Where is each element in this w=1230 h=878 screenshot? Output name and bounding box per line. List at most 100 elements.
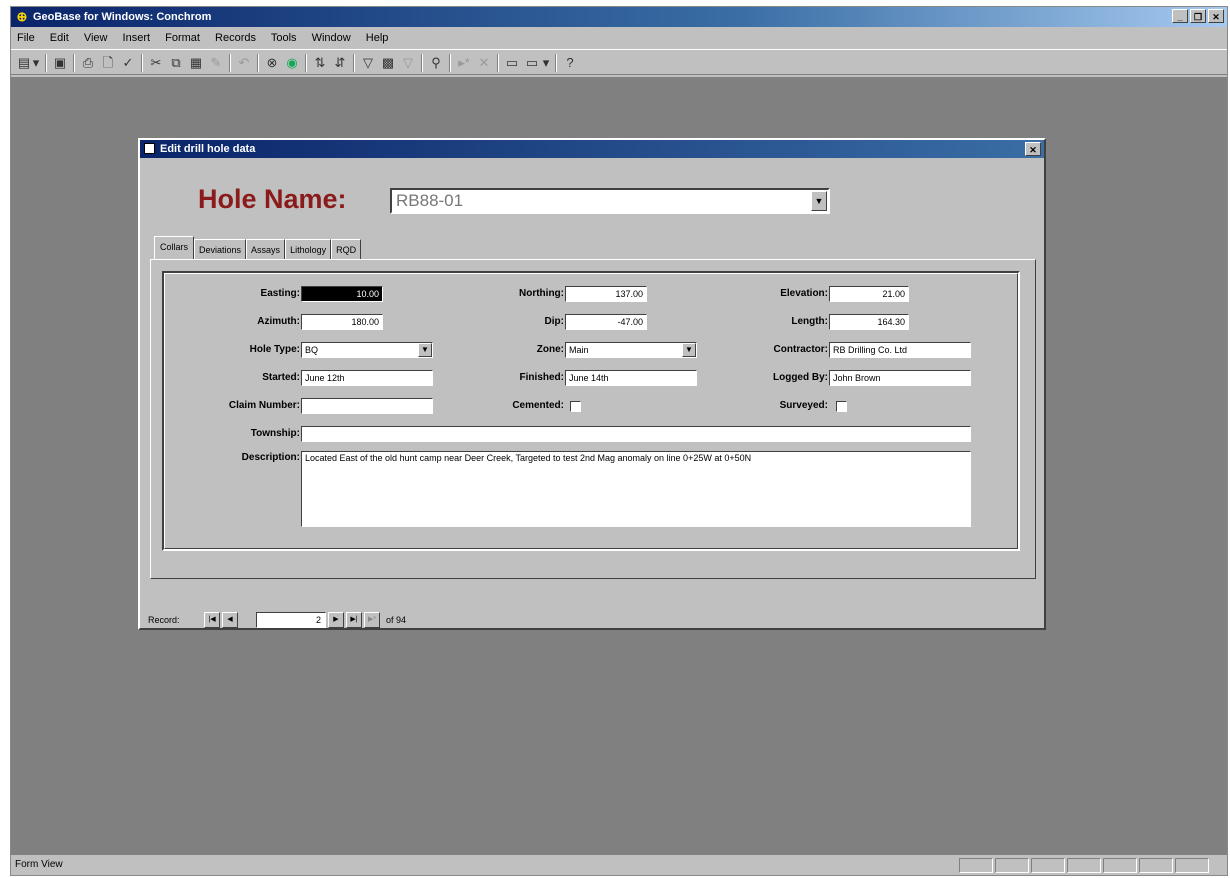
township-label: Township: (250, 428, 300, 439)
hole-type-combo[interactable]: BQ ▼ (301, 342, 433, 358)
print-icon[interactable]: ⎙ (79, 54, 97, 72)
record-count: of 94 (386, 615, 407, 625)
tab-deviations[interactable]: Deviations (194, 239, 247, 260)
paste-icon[interactable]: ▦ (187, 54, 205, 72)
zone-label: Zone: (536, 344, 564, 355)
save-icon[interactable]: ▣ (51, 54, 69, 72)
web-toolbar-icon[interactable]: ◉ (283, 54, 301, 72)
cut-icon[interactable]: ✂ (147, 54, 165, 72)
cemented-checkbox[interactable] (570, 401, 581, 412)
tab-assays[interactable]: Assays (246, 239, 286, 260)
close-form-button[interactable]: ✕ (1025, 142, 1041, 156)
contractor-label: Contractor: (773, 344, 828, 355)
chevron-down-icon[interactable]: ▼ (811, 191, 827, 211)
chevron-down-icon[interactable]: ▼ (418, 343, 432, 357)
restore-button[interactable]: ❐ (1190, 9, 1206, 23)
new-object-dropdown-icon[interactable]: ▾ (541, 54, 551, 72)
menu-records[interactable]: Records (215, 32, 256, 44)
record-number-input[interactable]: 2 (256, 612, 326, 628)
form-title: Edit drill hole data (160, 143, 256, 155)
new-record-button[interactable]: ▶* (364, 612, 380, 628)
form-titlebar: Edit drill hole data ✕ (140, 140, 1044, 158)
record-label: Record: (148, 615, 180, 625)
length-input[interactable]: 164.30 (829, 314, 909, 330)
surveyed-label: Surveyed: (779, 400, 828, 411)
tab-strip: Collars Deviations Assays Lithology RQD (154, 236, 362, 260)
last-record-button[interactable]: ▶| (346, 612, 362, 628)
properties-icon[interactable]: ▭ (503, 54, 521, 72)
hole-type-value: BQ (305, 345, 319, 355)
started-input[interactable]: June 12th (301, 370, 433, 386)
minimize-button[interactable]: _ (1172, 9, 1188, 23)
hole-name-combo[interactable]: RB88-01 ▼ (390, 188, 830, 214)
database-window-icon[interactable]: ▭ (523, 54, 541, 72)
previous-record-button[interactable]: ◀ (222, 612, 238, 628)
claim-number-label: Claim Number: (228, 400, 300, 411)
description-textarea[interactable]: Located East of the old hunt camp near D… (301, 451, 971, 527)
finished-input[interactable]: June 14th (565, 370, 697, 386)
easting-label: Easting: (260, 288, 300, 299)
find-icon[interactable]: ⚲ (427, 54, 445, 72)
filter-by-selection-icon[interactable]: ▽ (359, 54, 377, 72)
toolbar: ▤ ▾ ▣ ⎙ 🗋 ✓ ✂ ⧉ ▦ ✎ ↶ ⊗ ◉ ⇅ ⇵ ▽ ▩ ▽ ⚲ ▸*… (11, 49, 1227, 75)
menu-edit[interactable]: Edit (50, 32, 69, 44)
hole-name-label: Hole Name: (198, 184, 347, 214)
sort-descending-icon[interactable]: ⇵ (331, 54, 349, 72)
logged-by-input[interactable]: John Brown (829, 370, 971, 386)
zone-value: Main (569, 345, 589, 355)
app-title: GeoBase for Windows: Conchrom (33, 11, 212, 23)
menu-bar: File Edit View Insert Format Records Too… (11, 29, 1227, 47)
easting-input[interactable]: 10.00 (301, 286, 383, 302)
close-app-button[interactable]: ✕ (1208, 9, 1224, 23)
elevation-label: Elevation: (780, 288, 828, 299)
menu-file[interactable]: File (17, 32, 35, 44)
azimuth-input[interactable]: 180.00 (301, 314, 383, 330)
dip-label: Dip: (544, 316, 564, 327)
menu-format[interactable]: Format (165, 32, 200, 44)
menu-insert[interactable]: Insert (123, 32, 151, 44)
form-icon (144, 143, 155, 154)
status-bar: Form View (11, 855, 1227, 875)
cemented-label: Cemented: (512, 400, 564, 411)
logged-by-label: Logged By: (773, 372, 828, 383)
tab-rqd[interactable]: RQD (331, 239, 362, 260)
print-preview-icon[interactable]: 🗋 (99, 54, 117, 72)
started-label: Started: (262, 372, 300, 383)
length-label: Length: (791, 316, 828, 327)
help-icon[interactable]: ? (561, 54, 579, 72)
dip-input[interactable]: -47.00 (565, 314, 647, 330)
app-logo-icon: ⊕ (16, 9, 28, 24)
filter-by-form-icon[interactable]: ▩ (379, 54, 397, 72)
app-titlebar: ⊕ GeoBase for Windows: Conchrom _ ❐ ✕ (11, 7, 1227, 27)
undo-icon[interactable]: ↶ (235, 54, 253, 72)
northing-label: Northing: (519, 288, 564, 299)
menu-view[interactable]: View (84, 32, 108, 44)
first-record-button[interactable]: |◀ (204, 612, 220, 628)
sort-ascending-icon[interactable]: ⇅ (311, 54, 329, 72)
contractor-input[interactable]: RB Drilling Co. Ltd (829, 342, 971, 358)
elevation-input[interactable]: 21.00 (829, 286, 909, 302)
surveyed-checkbox[interactable] (836, 401, 847, 412)
format-painter-icon[interactable]: ✎ (207, 54, 225, 72)
northing-input[interactable]: 137.00 (565, 286, 647, 302)
township-input[interactable] (301, 426, 971, 442)
delete-record-icon[interactable]: ✕ (475, 54, 493, 72)
claim-number-input[interactable] (301, 398, 433, 414)
menu-help[interactable]: Help (366, 32, 389, 44)
new-record-icon[interactable]: ▸* (455, 54, 473, 72)
zone-combo[interactable]: Main ▼ (565, 342, 697, 358)
menu-tools[interactable]: Tools (271, 32, 297, 44)
spelling-icon[interactable]: ✓ (119, 54, 137, 72)
edit-drill-hole-form: Edit drill hole data ✕ Hole Name: RB88-0… (138, 138, 1046, 630)
tab-lithology[interactable]: Lithology (285, 239, 332, 260)
tab-collars[interactable]: Collars (154, 236, 195, 260)
copy-icon[interactable]: ⧉ (167, 54, 185, 72)
chevron-down-icon[interactable]: ▼ (682, 343, 696, 357)
azimuth-label: Azimuth: (257, 316, 300, 327)
menu-window[interactable]: Window (312, 32, 351, 44)
finished-label: Finished: (519, 372, 564, 383)
next-record-button[interactable]: ▶ (328, 612, 344, 628)
apply-filter-icon[interactable]: ▽ (399, 54, 417, 72)
insert-hyperlink-icon[interactable]: ⊗ (263, 54, 281, 72)
view-dropdown-icon[interactable]: ▾ (31, 54, 41, 72)
